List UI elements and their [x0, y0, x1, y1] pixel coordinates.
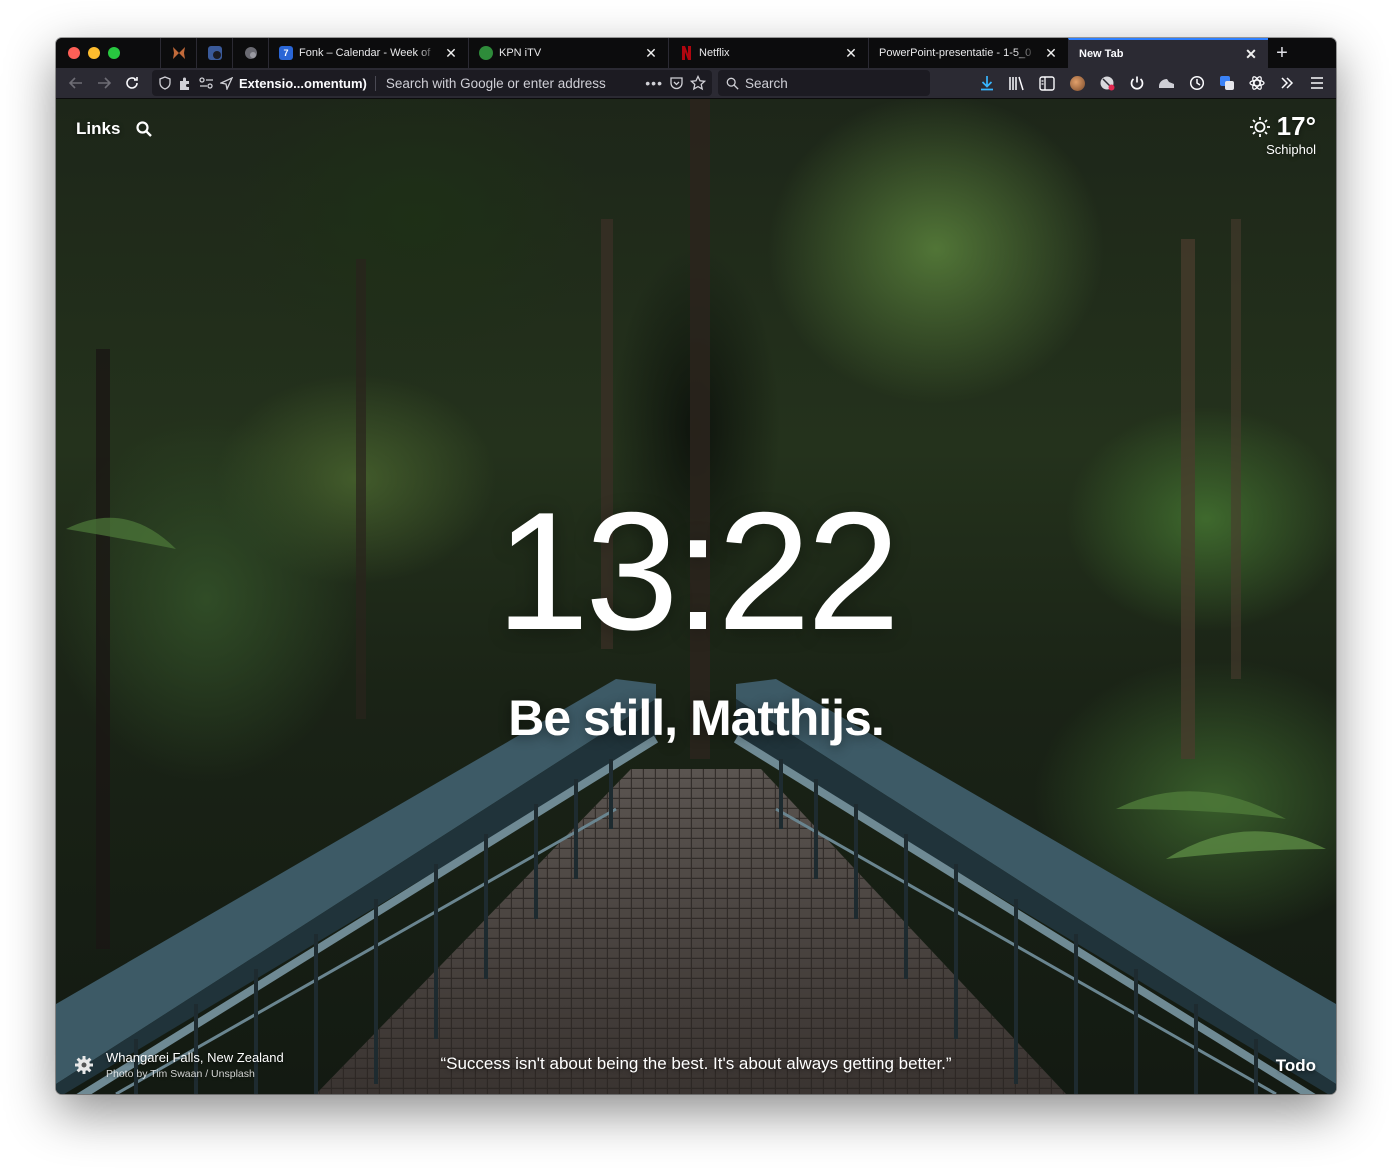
- clock: 13:22: [495, 477, 900, 665]
- forward-button[interactable]: [90, 71, 118, 95]
- search-input[interactable]: [745, 75, 922, 91]
- location-arrow-icon[interactable]: [220, 76, 233, 90]
- download-arrow-icon: [981, 76, 993, 91]
- tab-title: New Tab: [1079, 48, 1124, 60]
- shell-icon: [244, 47, 257, 59]
- close-icon[interactable]: ✕: [644, 46, 658, 60]
- tab-title: KPN iTV: [499, 47, 542, 59]
- extension-atom-button[interactable]: [1242, 71, 1272, 95]
- close-icon[interactable]: ✕: [444, 46, 458, 60]
- search-bar[interactable]: [718, 70, 930, 96]
- top-left-widgets: Links: [76, 119, 153, 139]
- page-actions-icon[interactable]: •••: [645, 75, 663, 91]
- window-controls: [56, 38, 160, 68]
- browser-window: 7 Fonk – Calendar - Week of ✕ KPN iTV ✕ …: [56, 38, 1336, 1094]
- search-icon: [136, 121, 153, 137]
- clock-icon: [1189, 75, 1205, 91]
- tab-title: PowerPoint-presentatie - 1-5_0: [879, 47, 1032, 59]
- netflix-icon: [679, 46, 693, 60]
- links-button[interactable]: Links: [76, 119, 120, 139]
- sidebar-icon: [1039, 75, 1055, 91]
- bookmark-star-icon[interactable]: [690, 75, 706, 91]
- pocket-icon[interactable]: [669, 76, 684, 91]
- library-icon: [1009, 76, 1024, 91]
- todo-button[interactable]: Todo: [1276, 1056, 1316, 1076]
- tab-calendar[interactable]: 7 Fonk – Calendar - Week of ✕: [268, 38, 468, 68]
- magnifier-icon: [726, 77, 739, 90]
- translate-button[interactable]: [1212, 71, 1242, 95]
- tab-title: Fonk – Calendar - Week of: [299, 47, 431, 59]
- arrow-left-icon: [68, 77, 82, 89]
- back-button[interactable]: [62, 71, 90, 95]
- address-bar[interactable]: Extensio...omentum) •••: [152, 70, 712, 96]
- reload-icon: [126, 77, 138, 89]
- navigation-toolbar: Extensio...omentum) •••: [56, 68, 1336, 99]
- app-icon: [207, 46, 222, 60]
- zoom-window-button[interactable]: [108, 47, 120, 59]
- globe-blocked-icon: [1100, 76, 1115, 91]
- translate-icon: [1220, 76, 1234, 90]
- close-icon[interactable]: ✕: [1244, 47, 1258, 61]
- kpn-icon: [479, 46, 493, 60]
- chevron-double-right-icon: [1281, 77, 1294, 89]
- search-button[interactable]: [136, 121, 153, 137]
- temperature: 17°: [1276, 111, 1316, 141]
- pinned-tab-1[interactable]: [160, 38, 196, 68]
- atom-icon: [1249, 76, 1265, 90]
- greeting: Be still, Matthijs.: [508, 690, 885, 746]
- downloads-button[interactable]: [972, 71, 1002, 95]
- butterfly-icon: [172, 47, 185, 59]
- arrow-right-icon: [98, 77, 112, 89]
- shield-icon[interactable]: [158, 76, 172, 90]
- url-input[interactable]: [381, 75, 640, 91]
- pinned-tab-3[interactable]: [232, 38, 268, 68]
- account-button[interactable]: [1062, 71, 1092, 95]
- extension-shoe-button[interactable]: [1152, 71, 1182, 95]
- extension-puzzle-icon[interactable]: [178, 76, 193, 91]
- tab-new-tab[interactable]: New Tab ✕: [1068, 38, 1268, 68]
- shoe-icon: [1159, 79, 1174, 88]
- extension-clock-button[interactable]: [1182, 71, 1212, 95]
- tab-kpn-itv[interactable]: KPN iTV ✕: [468, 38, 668, 68]
- toolbar-icons: [972, 71, 1336, 95]
- power-button[interactable]: [1122, 71, 1152, 95]
- reload-button[interactable]: [118, 71, 146, 95]
- pinned-tab-2[interactable]: [196, 38, 232, 68]
- library-button[interactable]: [1002, 71, 1032, 95]
- app-menu-button[interactable]: [1302, 71, 1332, 95]
- tab-strip: 7 Fonk – Calendar - Week of ✕ KPN iTV ✕ …: [56, 38, 1336, 68]
- weather-location: Schiphol: [1266, 142, 1316, 157]
- weather-row: 17°: [1249, 111, 1316, 142]
- close-icon[interactable]: ✕: [844, 46, 858, 60]
- minimize-window-button[interactable]: [88, 47, 100, 59]
- avatar: [1069, 75, 1085, 91]
- extension-globe-button[interactable]: [1092, 71, 1122, 95]
- daily-quote[interactable]: “Success isn't about being the best. It'…: [56, 1054, 1336, 1074]
- overflow-menu-button[interactable]: [1272, 71, 1302, 95]
- tab-title: Netflix: [699, 47, 730, 59]
- close-window-button[interactable]: [68, 47, 80, 59]
- weather-widget[interactable]: 17° Schiphol: [1249, 111, 1316, 157]
- sidebar-button[interactable]: [1032, 71, 1062, 95]
- hamburger-icon: [1311, 77, 1323, 89]
- close-icon[interactable]: ✕: [1044, 46, 1058, 60]
- tab-netflix[interactable]: Netflix ✕: [668, 38, 868, 68]
- tab-powerpoint[interactable]: PowerPoint-presentatie - 1-5_0 ✕: [868, 38, 1068, 68]
- power-icon: [1130, 76, 1144, 90]
- permissions-icon[interactable]: [199, 76, 214, 90]
- calendar-icon: 7: [279, 46, 293, 60]
- sun-icon: [1249, 116, 1270, 137]
- extension-name-label: Extensio...omentum): [239, 75, 376, 91]
- momentum-new-tab-page: Links 17° Schiphol 13:22 Be still, Matth…: [56, 99, 1336, 1094]
- new-tab-button[interactable]: +: [1268, 38, 1296, 68]
